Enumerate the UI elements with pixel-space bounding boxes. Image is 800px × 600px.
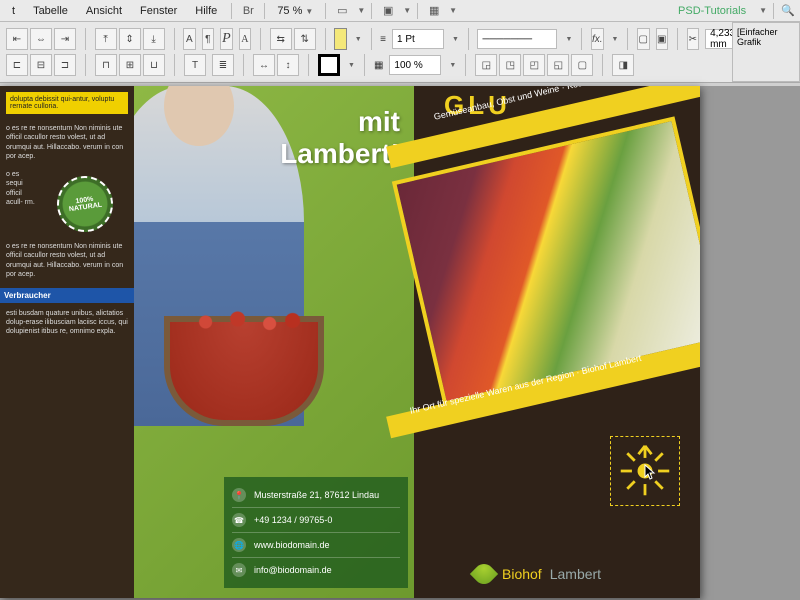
space-v-button[interactable]: ↕: [277, 54, 299, 76]
wrap-around-button[interactable]: ▣: [656, 28, 669, 50]
options-bar: ⇤ ⇔ ⇥ ⤒ ⇕ ⤓ A ¶ P A ⇆ ⇅ ▼ ≡ 1 Pt▼ ──────…: [0, 22, 800, 83]
view-mode-icon[interactable]: ▭: [332, 2, 352, 20]
sun-icon: [617, 443, 673, 499]
dist-h-button[interactable]: ⇆: [270, 28, 292, 50]
p-style-button[interactable]: P: [220, 28, 233, 50]
zoom-level[interactable]: 75 %▼: [271, 3, 319, 19]
search-icon[interactable]: 🔍: [780, 3, 796, 19]
stroke-style-field[interactable]: ───────: [477, 29, 557, 49]
sun-graphic-selected[interactable]: [610, 436, 680, 506]
menu-fenster[interactable]: Fenster: [132, 3, 185, 19]
mail-icon: ✉: [232, 563, 246, 577]
apple-basket-image: [164, 316, 324, 426]
contact-email: ✉info@biodomain.de: [232, 558, 400, 582]
menu-bar: t Tabelle Ansicht Fenster Hilfe Br 75 %▼…: [0, 0, 800, 22]
menu-tabelle[interactable]: Tabelle: [25, 3, 76, 19]
screen-mode-icon[interactable]: ▣: [378, 2, 398, 20]
fill-swatch[interactable]: [334, 28, 347, 50]
brochure-left-column: dolupta debissit qui-antur, voluptu rern…: [0, 86, 134, 598]
menu-ansicht[interactable]: Ansicht: [78, 3, 130, 19]
distribute-right-button[interactable]: ⊐: [54, 54, 76, 76]
align-horizontal-group: ⇤ ⇔ ⇥: [6, 28, 76, 50]
natural-stamp-icon: 100% NATURAL: [53, 172, 116, 235]
stroke-swatch[interactable]: [318, 54, 340, 76]
crop-button[interactable]: ✂: [687, 28, 700, 50]
brochure-center-panel: mit Lambert! 📍Musterstraße 21, 87612 Lin…: [134, 86, 414, 598]
body-text-1: o es re re nonsentum Non niminis ute off…: [6, 124, 128, 162]
workspace-label[interactable]: PSD-Tutorials: [670, 5, 754, 17]
contact-phone: ☎+49 1234 / 99765-0: [232, 508, 400, 533]
align-top-button[interactable]: ⤒: [95, 28, 117, 50]
story-button[interactable]: ≣: [212, 54, 234, 76]
distribute-middle-button[interactable]: ⊞: [119, 54, 141, 76]
corner4-button[interactable]: ◱: [547, 54, 569, 76]
canvas-area: dolupta debissit qui-antur, voluptu rern…: [0, 86, 800, 600]
brochure-right-panel: GLU Gemüseanbau, Obst und Weine · Köstli…: [414, 86, 700, 598]
align-bottom-button[interactable]: ⤓: [143, 28, 165, 50]
fx-button[interactable]: fx.: [591, 28, 604, 50]
dist-v-button[interactable]: ⇅: [294, 28, 316, 50]
logo-text-1: Biohof: [502, 566, 542, 582]
logo: Biohof Lambert: [474, 564, 601, 584]
menu-t[interactable]: t: [4, 3, 23, 19]
align-vertical-group: ⤒ ⇕ ⤓: [95, 28, 165, 50]
align-center-v-button[interactable]: ⇕: [119, 28, 141, 50]
headline-text: mit Lambert!: [280, 106, 400, 170]
distribute-top-button[interactable]: ⊓: [95, 54, 117, 76]
section-header-verbraucher: Verbraucher: [0, 288, 134, 303]
align-left-button[interactable]: ⇤: [6, 28, 28, 50]
bridge-icon[interactable]: Br: [238, 2, 258, 20]
menu-hilfe[interactable]: Hilfe: [187, 3, 225, 19]
a-style-button[interactable]: A: [239, 28, 252, 50]
logo-text-2: Lambert: [550, 566, 601, 582]
align-right-button[interactable]: ⇥: [54, 28, 76, 50]
corner3-button[interactable]: ◰: [523, 54, 545, 76]
space-h-button[interactable]: ↔: [253, 54, 275, 76]
contact-address: 📍Musterstraße 21, 87612 Lindau: [232, 483, 400, 508]
corner2-button[interactable]: ◳: [499, 54, 521, 76]
phone-icon: ☎: [232, 513, 246, 527]
wrap-none-button[interactable]: ▢: [637, 28, 650, 50]
select-content-button[interactable]: ◨: [612, 54, 634, 76]
globe-icon: 🌐: [232, 538, 246, 552]
leaf-icon: [470, 560, 498, 588]
distribute-center-button[interactable]: ⊟: [30, 54, 52, 76]
opacity-field[interactable]: 100 %: [389, 55, 441, 75]
char-panel-button[interactable]: A: [183, 28, 196, 50]
align-center-h-button[interactable]: ⇔: [30, 28, 52, 50]
yellow-callout: dolupta debissit qui-antur, voluptu rern…: [6, 92, 128, 114]
contact-box: 📍Musterstraße 21, 87612 Lindau ☎+49 1234…: [224, 477, 408, 588]
pin-icon: 📍: [232, 488, 246, 502]
distribute-bottom-button[interactable]: ⊔: [143, 54, 165, 76]
body-text-2b: o es re re nonsentum Non niminis ute off…: [6, 242, 128, 280]
corner5-button[interactable]: ▢: [571, 54, 593, 76]
document-page[interactable]: dolupta debissit qui-antur, voluptu rern…: [0, 86, 700, 598]
text-frame-button[interactable]: T: [184, 54, 206, 76]
opacity-icon: ▦: [374, 60, 383, 71]
arrange-icon[interactable]: ▦: [424, 2, 444, 20]
right-panel-snippet: [Einfacher Grafik: [732, 22, 800, 82]
stroke-weight-field[interactable]: 1 Pt: [392, 29, 444, 49]
contact-web: 🌐www.biodomain.de: [232, 533, 400, 558]
para-panel-button[interactable]: ¶: [202, 28, 215, 50]
body-text-3: esti busdam quature unibus, alictatios d…: [6, 309, 128, 337]
corner-button[interactable]: ◲: [475, 54, 497, 76]
body-text-2a: o es sequi officil acull- rm.: [6, 170, 36, 208]
distribute-left-button[interactable]: ⊏: [6, 54, 28, 76]
stroke-weight-icon: ≡: [380, 34, 386, 45]
